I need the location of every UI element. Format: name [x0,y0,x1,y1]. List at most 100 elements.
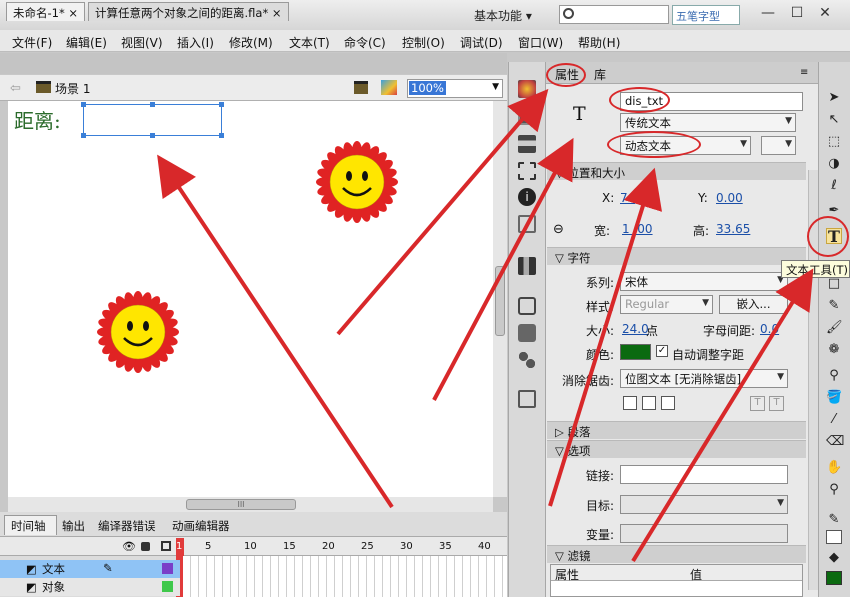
section-filters[interactable]: ▽ 滤镜 [547,545,806,563]
3d-rotation-icon[interactable]: ◑ [826,156,842,172]
selectable-icon[interactable] [623,396,637,410]
bone-tool-icon[interactable]: ⚲ [826,368,842,384]
actions-icon[interactable] [518,297,536,315]
border-icon[interactable] [661,396,675,410]
x-value[interactable]: 74 [620,191,635,205]
eye-icon[interactable]: 👁 [122,540,136,553]
library-icon[interactable] [518,257,536,275]
link-chain-icon[interactable]: ⊖ [553,222,564,237]
superscript-icon[interactable]: T [750,396,765,411]
edit-scene-icon[interactable] [354,81,368,94]
tab-untitled[interactable]: 未命名-1* × [6,2,86,21]
minimize-button[interactable]: — [757,3,779,23]
vertical-scrollbar[interactable] [493,101,507,497]
swatches-icon[interactable] [518,107,536,125]
zoom-select[interactable]: 100% ▼ [407,79,503,98]
target-select[interactable] [620,495,788,514]
deco-tool-icon[interactable]: ❁ [826,342,842,358]
menu-insert[interactable]: 插入(I) [177,34,214,51]
close-icon[interactable]: × [272,6,282,20]
free-transform-icon[interactable]: ⬚ [826,134,842,150]
sun-object-left[interactable] [96,290,180,374]
panel-menu-icon[interactable]: ≡ [800,67,808,78]
close-button[interactable]: ✕ [814,3,836,23]
text-color-swatch[interactable] [620,344,651,360]
orientation-select[interactable] [761,136,796,155]
section-paragraph[interactable]: ▷ 段落 [547,421,806,439]
tab-library[interactable]: 库 [594,66,606,83]
lasso-tool-icon[interactable]: ℓ [826,178,842,194]
menu-text[interactable]: 文本(T) [289,34,330,51]
variable-input[interactable] [620,524,788,543]
menu-window[interactable]: 窗口(W) [518,34,563,51]
info-icon[interactable]: i [518,188,536,206]
menu-file[interactable]: 文件(F) [12,34,52,51]
sun-object-top[interactable] [315,140,399,224]
tab-timeline[interactable]: 时间轴 [11,518,46,534]
menu-control[interactable]: 控制(O) [402,34,445,51]
frame-grid[interactable] [183,556,507,597]
align-icon[interactable] [518,135,536,153]
anti-alias-select[interactable]: 位图文本 [无消除锯齿] [620,369,788,388]
y-value[interactable]: 0.00 [716,191,743,205]
paint-bucket-icon[interactable]: 🪣 [826,390,842,406]
brush-tool-icon[interactable]: 🖌 [826,320,843,336]
scroll-grip[interactable]: III [186,499,296,510]
stroke-color-icon[interactable]: ✎ [826,512,842,528]
project-icon[interactable] [518,390,536,408]
zoom-tool-icon[interactable]: ⚲ [826,482,842,498]
subselection-tool-icon[interactable]: ↖ [826,112,842,128]
menu-view[interactable]: 视图(V) [121,34,163,51]
color-palette-icon[interactable] [518,80,536,98]
stage-distance-label[interactable]: 距离: [14,105,61,134]
components-icon[interactable] [518,324,536,342]
font-style-select[interactable]: Regular [620,295,713,314]
tab-output[interactable]: 输出 [62,518,85,534]
size-value[interactable]: 24.0 [622,322,649,336]
stage[interactable] [8,101,493,497]
tab-motion-editor[interactable]: 动画编辑器 [172,518,230,534]
edit-symbols-icon[interactable] [381,80,397,95]
width-value[interactable]: 1 .00 [622,222,653,236]
search-input[interactable] [559,5,669,24]
height-value[interactable]: 33.65 [716,222,750,236]
tab-distance-fla[interactable]: 计算任意两个对象之间的距离.fla* × [88,2,289,21]
horizontal-scrollbar[interactable]: III [8,497,493,512]
dynamic-text-field[interactable] [81,102,224,138]
text-engine-select[interactable]: 传统文本 [620,113,796,132]
close-icon[interactable]: × [68,6,78,20]
fill-swatch[interactable] [826,571,842,585]
menu-commands[interactable]: 命令(C) [344,34,386,51]
font-family-select[interactable]: 宋体 [620,272,788,291]
fill-color-icon[interactable]: ◆ [826,550,842,566]
pencil-tool-icon[interactable]: ✎ [826,298,842,314]
menu-edit[interactable]: 编辑(E) [66,34,107,51]
letter-spacing-value[interactable]: 0.0 [760,322,779,336]
layer-row-text[interactable]: ◩ 文本 ✎ [0,560,180,578]
embed-button[interactable]: 嵌入... [719,295,788,314]
eyedropper-icon[interactable]: ⁄ [826,412,842,428]
hand-tool-icon[interactable]: ✋ [826,460,842,476]
menu-debug[interactable]: 调试(D) [460,34,503,51]
eraser-tool-icon[interactable]: ⌫ [826,434,844,450]
render-html-icon[interactable] [642,396,656,410]
menu-modify[interactable]: 修改(M) [229,34,273,51]
menu-help[interactable]: 帮助(H) [578,34,620,51]
subscript-icon[interactable]: T [769,396,784,411]
workspace-switcher[interactable]: 基本功能 ▾ [474,7,532,24]
tab-compiler-errors[interactable]: 编译器错误 [98,518,156,534]
transform-icon[interactable] [518,162,536,180]
layer-row-object[interactable]: ◩ 对象 [0,578,180,596]
selection-tool-icon[interactable]: ➤ [826,90,842,106]
link-input[interactable] [620,465,788,484]
back-arrow-icon[interactable]: ⇦ [10,81,21,96]
lock-icon[interactable] [141,542,150,551]
section-character[interactable]: ▽ 字符 [547,247,806,265]
auto-kern-checkbox[interactable]: ✓ [656,345,668,357]
rectangle-tool-icon[interactable]: □ [826,276,842,292]
section-position-size[interactable]: ▽ 位置和大小 [547,162,806,180]
stroke-swatch[interactable] [826,530,842,544]
outline-icon[interactable] [161,541,171,551]
maximize-button[interactable]: ☐ [786,3,808,23]
motion-presets-icon[interactable] [518,351,536,369]
